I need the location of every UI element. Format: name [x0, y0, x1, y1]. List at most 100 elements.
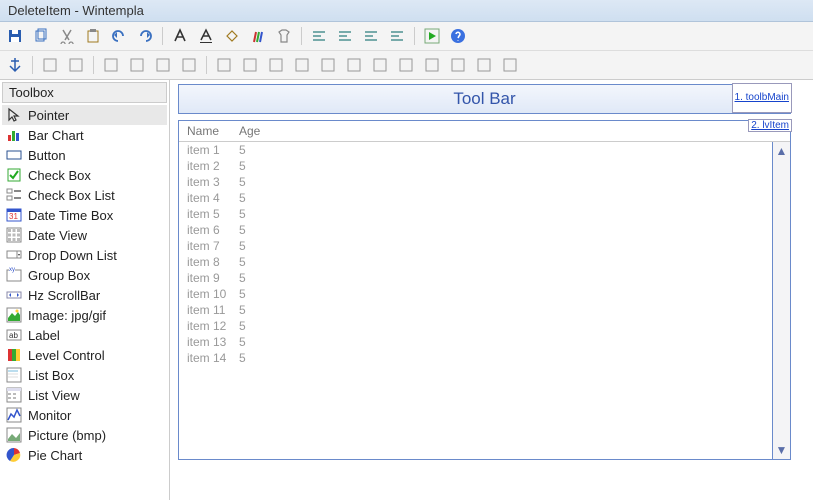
toolbox-item-date-time-box[interactable]: 31Date Time Box: [2, 205, 167, 225]
toolbox-item-pointer[interactable]: Pointer: [2, 105, 167, 125]
toolbox-item-pie-chart[interactable]: Pie Chart: [2, 445, 167, 465]
cell-age: 5: [239, 319, 279, 333]
toolbox-item-label[interactable]: abLabel: [2, 325, 167, 345]
toolbox-item-drop-down-list[interactable]: Drop Down List: [2, 245, 167, 265]
table-row[interactable]: item 85: [179, 254, 790, 270]
listview-widget[interactable]: 2. lvItem Name Age item 15item 25item 35…: [178, 120, 791, 460]
align-center-icon: [337, 28, 353, 44]
toolbox-list[interactable]: Pointer Bar ChartOKButtonCheck BoxCheck B…: [2, 105, 167, 500]
h-align-top-button[interactable]: [39, 54, 61, 76]
grid-4-button[interactable]: [395, 54, 417, 76]
table-row[interactable]: item 115: [179, 302, 790, 318]
grid-2-button[interactable]: [343, 54, 365, 76]
toolbox-item-label: Pointer: [28, 108, 69, 123]
table-row[interactable]: item 125: [179, 318, 790, 334]
table-row[interactable]: item 75: [179, 238, 790, 254]
table-row[interactable]: item 65: [179, 222, 790, 238]
save-button[interactable]: [4, 25, 26, 47]
copy-icon: [33, 28, 49, 44]
vertical-scrollbar[interactable]: ▲ ▼: [772, 142, 790, 459]
window-title: DeleteItem - Wintempla: [8, 3, 144, 18]
anchor-button[interactable]: [4, 54, 26, 76]
play-green-button[interactable]: [421, 25, 443, 47]
bars-2-button[interactable]: [239, 54, 261, 76]
widget-tag[interactable]: 2. lvItem: [748, 119, 792, 132]
cell-name: item 10: [179, 287, 239, 301]
grid-2-icon: [346, 57, 362, 73]
toolbox-item-image-jpg-gif[interactable]: Image: jpg/gif: [2, 305, 167, 325]
font-underline-button[interactable]: [195, 25, 217, 47]
design-canvas[interactable]: 1. toolbMain Tool Bar 2. lvItem Name Age…: [170, 80, 813, 500]
h-align-top-icon: [42, 57, 58, 73]
cut-button[interactable]: [56, 25, 78, 47]
toolbox-item-picture-bmp-[interactable]: Picture (bmp): [2, 425, 167, 445]
col-header-age[interactable]: Age: [239, 124, 279, 138]
grid-3-button[interactable]: [369, 54, 391, 76]
h-align-bottom-icon: [68, 57, 84, 73]
align-stack-button[interactable]: [386, 25, 408, 47]
toolbox-item-list-box[interactable]: List Box: [2, 365, 167, 385]
anchor-icon: [7, 57, 23, 73]
listview-header[interactable]: Name Age: [179, 121, 790, 142]
pencils-icon: [250, 28, 266, 44]
grid-5-button[interactable]: [421, 54, 443, 76]
table-row[interactable]: item 45: [179, 190, 790, 206]
toolbox-item-label: Date View: [28, 228, 87, 243]
table-row[interactable]: item 25: [179, 158, 790, 174]
h-align-bottom-button[interactable]: [65, 54, 87, 76]
table-row[interactable]: item 95: [179, 270, 790, 286]
toolbox-item-monitor[interactable]: Monitor: [2, 405, 167, 425]
toolbox-item-level-control[interactable]: Level Control: [2, 345, 167, 365]
v-align-left-button[interactable]: [100, 54, 122, 76]
table-row[interactable]: item 145: [179, 350, 790, 366]
scroll-down-icon[interactable]: ▼: [774, 441, 790, 459]
bars-3-button[interactable]: [265, 54, 287, 76]
table-row[interactable]: item 35: [179, 174, 790, 190]
table-row[interactable]: item 105: [179, 286, 790, 302]
toolbox-item-button[interactable]: OKButton: [2, 145, 167, 165]
bars-4-button[interactable]: [291, 54, 313, 76]
scroll-up-icon[interactable]: ▲: [774, 142, 790, 160]
v-align-right-button[interactable]: [126, 54, 148, 76]
cell-name: item 13: [179, 335, 239, 349]
undo-button[interactable]: [108, 25, 130, 47]
redo-button[interactable]: [134, 25, 156, 47]
toolbar-widget[interactable]: 1. toolbMain Tool Bar: [178, 84, 791, 114]
toolbox-item-date-view[interactable]: Date View: [2, 225, 167, 245]
help-button[interactable]: [447, 25, 469, 47]
align-left-button[interactable]: [308, 25, 330, 47]
grid-3-icon: [372, 57, 388, 73]
table-row[interactable]: item 55: [179, 206, 790, 222]
pencils-button[interactable]: [247, 25, 269, 47]
v-align-right-icon: [129, 57, 145, 73]
grid-6-button[interactable]: [447, 54, 469, 76]
arrows-out-button[interactable]: [152, 54, 174, 76]
grid-7-button[interactable]: [473, 54, 495, 76]
grid-1-button[interactable]: [317, 54, 339, 76]
toolbox-item-group-box[interactable]: xyGroup Box: [2, 265, 167, 285]
arrows-v-button[interactable]: [178, 54, 200, 76]
bars-1-button[interactable]: [213, 54, 235, 76]
table-row[interactable]: item 135: [179, 334, 790, 350]
grid-1-icon: [320, 57, 336, 73]
col-header-name[interactable]: Name: [179, 124, 239, 138]
align-center-button[interactable]: [334, 25, 356, 47]
cell-age: 5: [239, 143, 279, 157]
toolbox-item-label: Group Box: [28, 268, 90, 283]
table-row[interactable]: item 15: [179, 142, 790, 158]
align-right-button[interactable]: [360, 25, 382, 47]
font-a-button[interactable]: [169, 25, 191, 47]
paste-button[interactable]: [82, 25, 104, 47]
toolbox-item-check-box[interactable]: Check Box: [2, 165, 167, 185]
widget-tag[interactable]: 1. toolbMain: [732, 83, 792, 113]
checklist-icon: [6, 187, 22, 203]
copy-button[interactable]: [30, 25, 52, 47]
toolbox-item-hz-scrollbar[interactable]: Hz ScrollBar: [2, 285, 167, 305]
toolbox-item-list-view[interactable]: List View: [2, 385, 167, 405]
toolbox-item-bar-chart[interactable]: Bar Chart: [2, 125, 167, 145]
toolbox-item-check-box-list[interactable]: Check Box List: [2, 185, 167, 205]
fill-button[interactable]: [221, 25, 243, 47]
tshirt-button[interactable]: [273, 25, 295, 47]
dategrid-icon: [6, 227, 22, 243]
grid-8-button[interactable]: [499, 54, 521, 76]
